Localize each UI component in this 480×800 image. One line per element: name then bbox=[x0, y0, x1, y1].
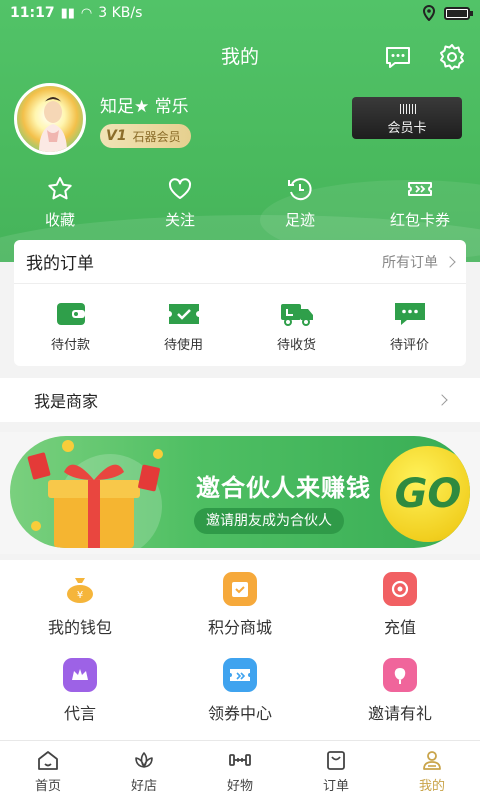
wifi-icon: ◠ bbox=[80, 5, 93, 21]
order-status-label: 待评价 bbox=[389, 338, 429, 353]
order-status-label: 待使用 bbox=[163, 338, 203, 353]
tab-label: 首页 bbox=[34, 779, 61, 794]
service-invite-gift[interactable]: 邀请有礼 bbox=[320, 658, 480, 732]
services-row: 代言 领券中心 邀请有礼 bbox=[0, 646, 480, 732]
order-status-to-review[interactable]: 待评价 bbox=[353, 300, 466, 353]
service-label: 充值 bbox=[383, 618, 416, 637]
member-card-label: 会员卡 bbox=[387, 121, 427, 136]
order-bag-icon bbox=[327, 751, 345, 770]
user-icon bbox=[423, 751, 441, 770]
partner-banner[interactable]: 邀合伙人来赚钱 邀请朋友成为合伙人 GO bbox=[0, 432, 480, 554]
tab-label: 好店 bbox=[130, 779, 157, 794]
services-row: ¥ 我的钱包 积分商城 充值 bbox=[0, 560, 480, 646]
quick-link-label: 收藏 bbox=[44, 211, 75, 229]
order-status-label: 待付款 bbox=[50, 338, 90, 353]
merchant-label: 我是商家 bbox=[34, 392, 99, 411]
tab-orders[interactable]: 订单 bbox=[288, 741, 384, 800]
status-time: 11:17 bbox=[10, 5, 55, 21]
quick-link-coupons[interactable]: 红包卡券 bbox=[360, 175, 480, 230]
service-endorse[interactable]: 代言 bbox=[0, 658, 160, 732]
service-label: 领券中心 bbox=[207, 704, 272, 723]
vip-badge[interactable]: V1 石器会员 bbox=[100, 124, 191, 148]
gift-box-icon bbox=[27, 440, 163, 548]
star-icon bbox=[48, 177, 72, 200]
ticket-icon bbox=[408, 182, 432, 196]
banner-pill: 邀合伙人来赚钱 邀请朋友成为合伙人 GO bbox=[10, 436, 470, 548]
chevron-right-icon bbox=[444, 255, 456, 268]
service-label: 我的钱包 bbox=[47, 618, 112, 637]
money-bag-icon: ¥ bbox=[63, 572, 97, 606]
chevron-right-icon bbox=[436, 394, 448, 406]
wallet-icon bbox=[56, 303, 85, 325]
orders-header: 我的订单 所有订单 bbox=[14, 240, 466, 284]
orders-title: 我的订单 bbox=[26, 254, 94, 274]
service-label: 积分商城 bbox=[207, 618, 272, 637]
tab-label: 我的 bbox=[418, 779, 445, 794]
avatar-figure-icon bbox=[39, 97, 67, 152]
location-icon bbox=[422, 5, 436, 21]
all-orders-label: 所有订单 bbox=[382, 254, 438, 271]
dumbbell-icon bbox=[229, 754, 251, 766]
svg-text:¥: ¥ bbox=[77, 590, 83, 601]
merchant-entry[interactable]: 我是商家 bbox=[0, 378, 480, 422]
network-speed: 3 KB/s bbox=[98, 5, 143, 21]
order-status-to-receive[interactable]: 待收货 bbox=[240, 300, 353, 353]
signal-icon: ▮▮ bbox=[60, 5, 75, 21]
points-mall-icon bbox=[223, 572, 257, 606]
status-bar: 11:17 ▮▮ ◠ 3 KB/s bbox=[0, 0, 480, 26]
coupon-icon bbox=[223, 658, 257, 692]
lotus-icon bbox=[135, 752, 153, 768]
home-icon bbox=[38, 751, 58, 770]
message-icon[interactable] bbox=[383, 42, 413, 72]
service-wallet[interactable]: ¥ 我的钱包 bbox=[0, 572, 160, 646]
crown-icon bbox=[63, 658, 97, 692]
banner-title: 邀合伙人来赚钱 bbox=[196, 474, 371, 502]
orders-status-row: 待付款 待使用 待收货 待评价 bbox=[14, 284, 466, 353]
quick-link-label: 红包卡券 bbox=[389, 211, 450, 229]
flower-icon bbox=[383, 658, 417, 692]
order-status-to-use[interactable]: 待使用 bbox=[127, 300, 240, 353]
profile-avatar-wrap[interactable] bbox=[14, 83, 86, 155]
barcode-icon bbox=[400, 104, 416, 114]
quick-link-favorites[interactable]: 收藏 bbox=[0, 175, 120, 230]
recharge-icon bbox=[383, 572, 417, 606]
vip-level: V1 bbox=[106, 128, 127, 144]
bottom-tab-bar: 首页 好店 好物 订单 我的 bbox=[0, 740, 480, 800]
quick-link-label: 足迹 bbox=[284, 211, 315, 229]
vip-label: 石器会员 bbox=[132, 129, 181, 144]
banner-subtitle: 邀请朋友成为合伙人 bbox=[194, 508, 344, 534]
service-label: 邀请有礼 bbox=[367, 704, 432, 723]
quick-link-follow[interactable]: 关注 bbox=[120, 175, 240, 230]
quick-links: 收藏 关注 足迹 红包卡券 bbox=[0, 175, 480, 230]
tab-home[interactable]: 首页 bbox=[0, 741, 96, 800]
settings-gear-icon[interactable] bbox=[437, 42, 467, 72]
battery-icon bbox=[444, 6, 473, 20]
truck-icon bbox=[280, 304, 313, 326]
member-card-button[interactable]: 会员卡 bbox=[352, 97, 462, 139]
quick-link-history[interactable]: 足迹 bbox=[240, 175, 360, 230]
quick-link-label: 关注 bbox=[164, 211, 195, 229]
service-coupon-center[interactable]: 领券中心 bbox=[160, 658, 320, 732]
comment-icon bbox=[394, 303, 425, 325]
service-points-mall[interactable]: 积分商城 bbox=[160, 572, 320, 646]
check-ticket-icon bbox=[168, 304, 199, 324]
heart-icon bbox=[168, 178, 192, 199]
tab-good-items[interactable]: 好物 bbox=[192, 741, 288, 800]
all-orders-link[interactable]: 所有订单 bbox=[382, 252, 456, 272]
tab-label: 订单 bbox=[322, 779, 349, 794]
username: 知足★ 常乐 bbox=[100, 97, 189, 117]
order-status-pending-payment[interactable]: 待付款 bbox=[14, 300, 127, 353]
order-status-label: 待收货 bbox=[276, 338, 316, 353]
tab-label: 好物 bbox=[226, 779, 253, 794]
go-button[interactable]: GO bbox=[380, 446, 470, 542]
tab-mine[interactable]: 我的 bbox=[384, 741, 480, 800]
service-recharge[interactable]: 充值 bbox=[320, 572, 480, 646]
tab-good-shops[interactable]: 好店 bbox=[96, 741, 192, 800]
history-icon bbox=[288, 178, 312, 201]
avatar[interactable] bbox=[14, 83, 86, 155]
services-grid: ¥ 我的钱包 积分商城 充值 代言 领券中心 邀请有礼 bbox=[0, 560, 480, 740]
service-label: 代言 bbox=[63, 704, 96, 723]
orders-card: 我的订单 所有订单 待付款 待使用 待收货 待评价 bbox=[14, 240, 466, 366]
